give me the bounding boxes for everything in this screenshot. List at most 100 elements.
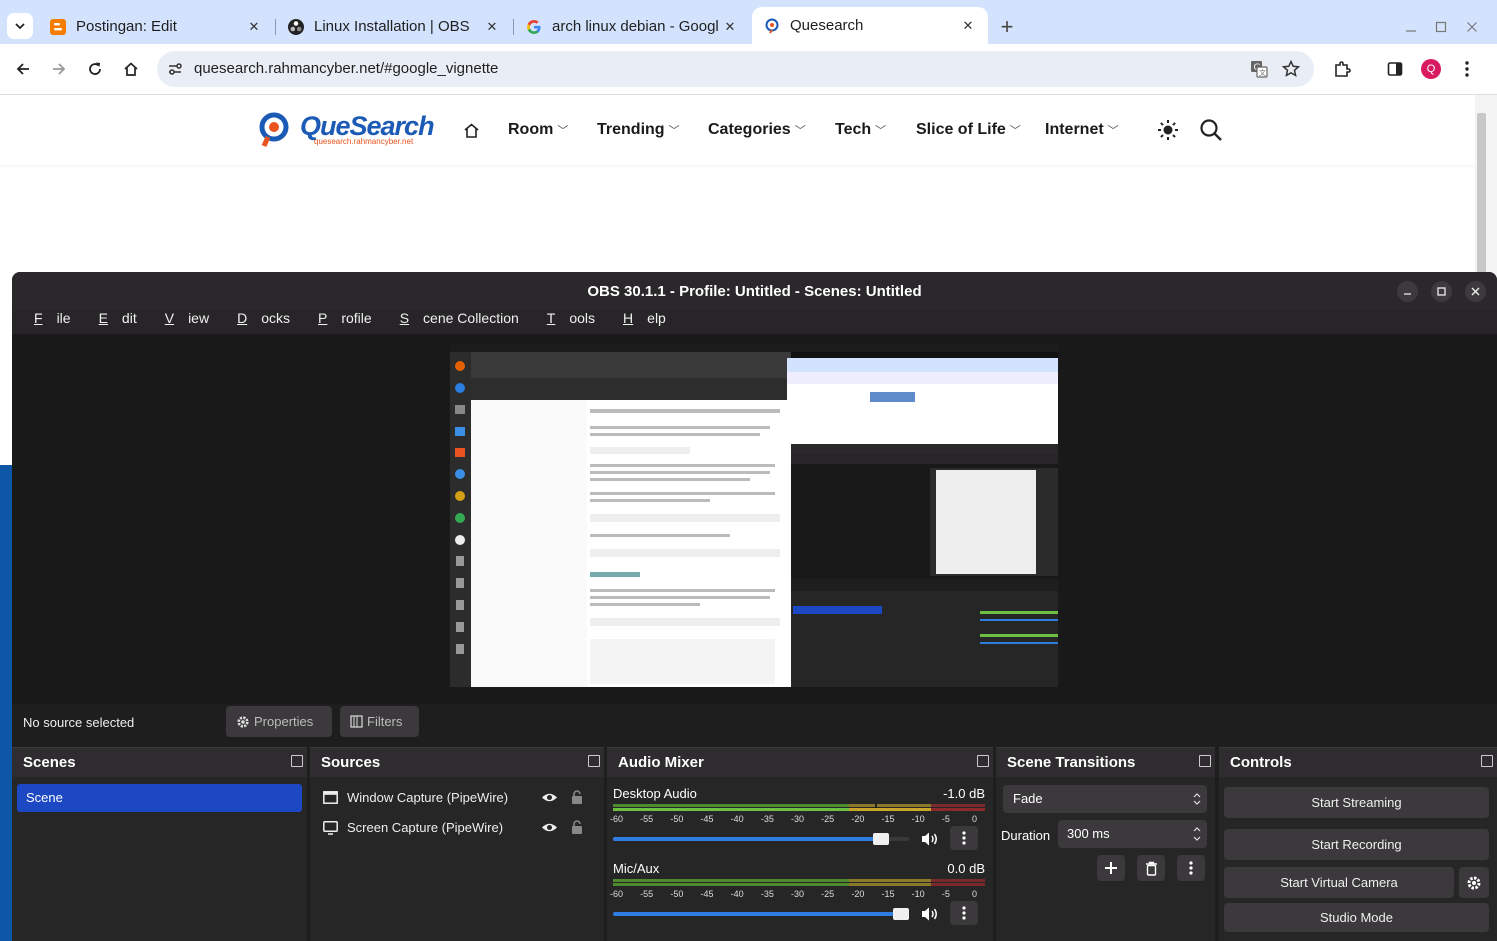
virtual-camera-settings-button[interactable] bbox=[1459, 867, 1489, 898]
back-button[interactable] bbox=[9, 55, 37, 83]
new-tab-button[interactable]: + bbox=[993, 13, 1021, 41]
home-button[interactable] bbox=[117, 55, 145, 83]
minimize-icon bbox=[1406, 30, 1416, 32]
scrollbar-thumb[interactable] bbox=[1477, 113, 1486, 283]
eye-icon[interactable] bbox=[541, 822, 558, 833]
dock-title: Audio Mixer bbox=[618, 754, 704, 771]
nav-slice-of-life[interactable]: Slice of Life ﹀ bbox=[916, 121, 1021, 139]
nav-categories[interactable]: Categories ﹀ bbox=[708, 121, 806, 139]
reload-button[interactable] bbox=[81, 55, 109, 83]
menu-edit[interactable]: Edit bbox=[88, 310, 140, 334]
filters-button[interactable]: Filters bbox=[340, 706, 419, 737]
theme-toggle[interactable] bbox=[1157, 119, 1179, 141]
studio-mode-button[interactable]: Studio Mode bbox=[1224, 903, 1489, 932]
menu-docks[interactable]: Docks bbox=[226, 310, 293, 334]
site-search-button[interactable] bbox=[1199, 118, 1223, 142]
browser-menu-button[interactable] bbox=[1453, 55, 1481, 83]
site-info-icon[interactable] bbox=[165, 59, 185, 79]
more-vertical-icon bbox=[962, 906, 966, 920]
menu-profile[interactable]: Profile bbox=[307, 310, 375, 334]
add-transition-button[interactable] bbox=[1097, 855, 1125, 881]
speaker-icon[interactable] bbox=[921, 831, 939, 847]
tab-linux-installation-obs[interactable]: Linux Installation | OBS ✕ bbox=[276, 9, 512, 44]
close-tab-icon[interactable]: ✕ bbox=[484, 19, 500, 35]
plus-icon bbox=[1105, 862, 1117, 874]
meter-tick-label: -5 bbox=[941, 889, 950, 899]
window-close-button[interactable] bbox=[1458, 13, 1486, 41]
nav-internet[interactable]: Internet ﹀ bbox=[1045, 121, 1119, 139]
volume-meter bbox=[613, 803, 985, 812]
extensions-button[interactable] bbox=[1328, 55, 1356, 83]
profile-button[interactable]: Q bbox=[1417, 55, 1445, 83]
filter-icon bbox=[350, 715, 363, 728]
undock-icon[interactable] bbox=[977, 755, 989, 767]
obs-close-button[interactable] bbox=[1465, 281, 1486, 302]
start-streaming-button[interactable]: Start Streaming bbox=[1224, 787, 1489, 818]
obs-titlebar[interactable]: OBS 30.1.1 - Profile: Untitled - Scenes:… bbox=[12, 272, 1497, 310]
menu-scene-collection[interactable]: Scene Collection bbox=[389, 310, 522, 334]
source-item-window-capture[interactable]: Window Capture (PipeWire) bbox=[315, 784, 599, 812]
nav-label: Categories bbox=[708, 121, 791, 138]
start-recording-button[interactable]: Start Recording bbox=[1224, 829, 1489, 860]
channel-menu-button[interactable] bbox=[950, 901, 978, 925]
undock-icon[interactable] bbox=[1199, 755, 1211, 767]
translate-icon[interactable]: G文 bbox=[1249, 59, 1269, 79]
tab-search-button[interactable] bbox=[7, 13, 33, 39]
eye-icon[interactable] bbox=[541, 792, 558, 803]
volume-slider-handle[interactable] bbox=[893, 908, 909, 920]
tab-postingan-edit[interactable]: Postingan: Edit ✕ bbox=[38, 9, 274, 44]
address-bar[interactable]: quesearch.rahmancyber.net/#google_vignet… bbox=[157, 51, 1314, 87]
site-logo[interactable]: QueSearch quesearch.rahmancyber.net bbox=[258, 111, 435, 151]
updown-chevron-icon[interactable] bbox=[1193, 826, 1201, 842]
window-maximize-button[interactable] bbox=[1427, 13, 1455, 41]
properties-button[interactable]: Properties bbox=[226, 706, 332, 737]
obs-maximize-button[interactable] bbox=[1431, 281, 1452, 302]
close-tab-icon[interactable]: ✕ bbox=[722, 19, 738, 35]
close-tab-icon[interactable]: ✕ bbox=[246, 19, 262, 35]
menu-file[interactable]: File bbox=[23, 310, 74, 334]
lock-icon[interactable] bbox=[571, 790, 583, 804]
google-icon bbox=[527, 19, 541, 34]
channel-menu-button[interactable] bbox=[950, 826, 978, 850]
nav-trending[interactable]: Trending ﹀ bbox=[597, 121, 680, 139]
url-text[interactable]: quesearch.rahmancyber.net/#google_vignet… bbox=[194, 60, 498, 77]
undock-icon[interactable] bbox=[1481, 755, 1493, 767]
obs-preview[interactable] bbox=[12, 334, 1497, 704]
undock-icon[interactable] bbox=[291, 755, 303, 767]
nav-label: Room bbox=[508, 121, 554, 138]
volume-slider-handle[interactable] bbox=[873, 833, 890, 845]
volume-slider[interactable] bbox=[613, 833, 909, 845]
undock-icon[interactable] bbox=[588, 755, 600, 767]
transition-menu-button[interactable] bbox=[1177, 855, 1205, 881]
remove-transition-button[interactable] bbox=[1137, 855, 1165, 881]
window-minimize-button[interactable] bbox=[1397, 13, 1425, 41]
menu-view[interactable]: View bbox=[154, 310, 212, 334]
lock-icon[interactable] bbox=[571, 820, 583, 834]
duration-spinbox[interactable]: 300 ms bbox=[1058, 820, 1207, 848]
obs-window-title: OBS 30.1.1 - Profile: Untitled - Scenes:… bbox=[587, 282, 922, 300]
nav-room[interactable]: Room ﹀ bbox=[508, 121, 568, 139]
tab-google-search[interactable]: arch linux debian - Googl ✕ bbox=[514, 9, 750, 44]
scene-item[interactable]: Scene bbox=[17, 784, 302, 812]
tab-quesearch[interactable]: Quesearch ✕ bbox=[752, 7, 988, 44]
source-status: No source selected bbox=[23, 715, 135, 730]
logo-subtext: quesearch.rahmancyber.net bbox=[314, 137, 414, 146]
speaker-icon[interactable] bbox=[921, 906, 939, 922]
side-panel-button[interactable] bbox=[1381, 55, 1409, 83]
meter-tick-label: -55 bbox=[640, 889, 654, 899]
obs-minimize-button[interactable] bbox=[1397, 281, 1418, 302]
audio-mixer-dock: Audio Mixer Desktop Audio -1.0 dB -60 -55… bbox=[607, 747, 993, 941]
meter-tick-label: -50 bbox=[670, 814, 684, 824]
menu-tools[interactable]: Tools bbox=[536, 310, 598, 334]
source-item-screen-capture[interactable]: Screen Capture (PipeWire) bbox=[315, 814, 599, 842]
home-link[interactable] bbox=[463, 122, 480, 139]
volume-slider[interactable] bbox=[613, 908, 909, 920]
forward-button[interactable] bbox=[45, 55, 73, 83]
bookmark-star-icon[interactable] bbox=[1281, 59, 1301, 79]
nav-tech[interactable]: Tech ﹀ bbox=[835, 121, 886, 139]
menu-help[interactable]: Help bbox=[612, 310, 669, 334]
close-tab-icon[interactable]: ✕ bbox=[960, 18, 976, 34]
start-virtual-camera-button[interactable]: Start Virtual Camera bbox=[1224, 867, 1454, 898]
reload-icon bbox=[89, 62, 101, 75]
transition-select[interactable]: Fade bbox=[1003, 785, 1207, 813]
